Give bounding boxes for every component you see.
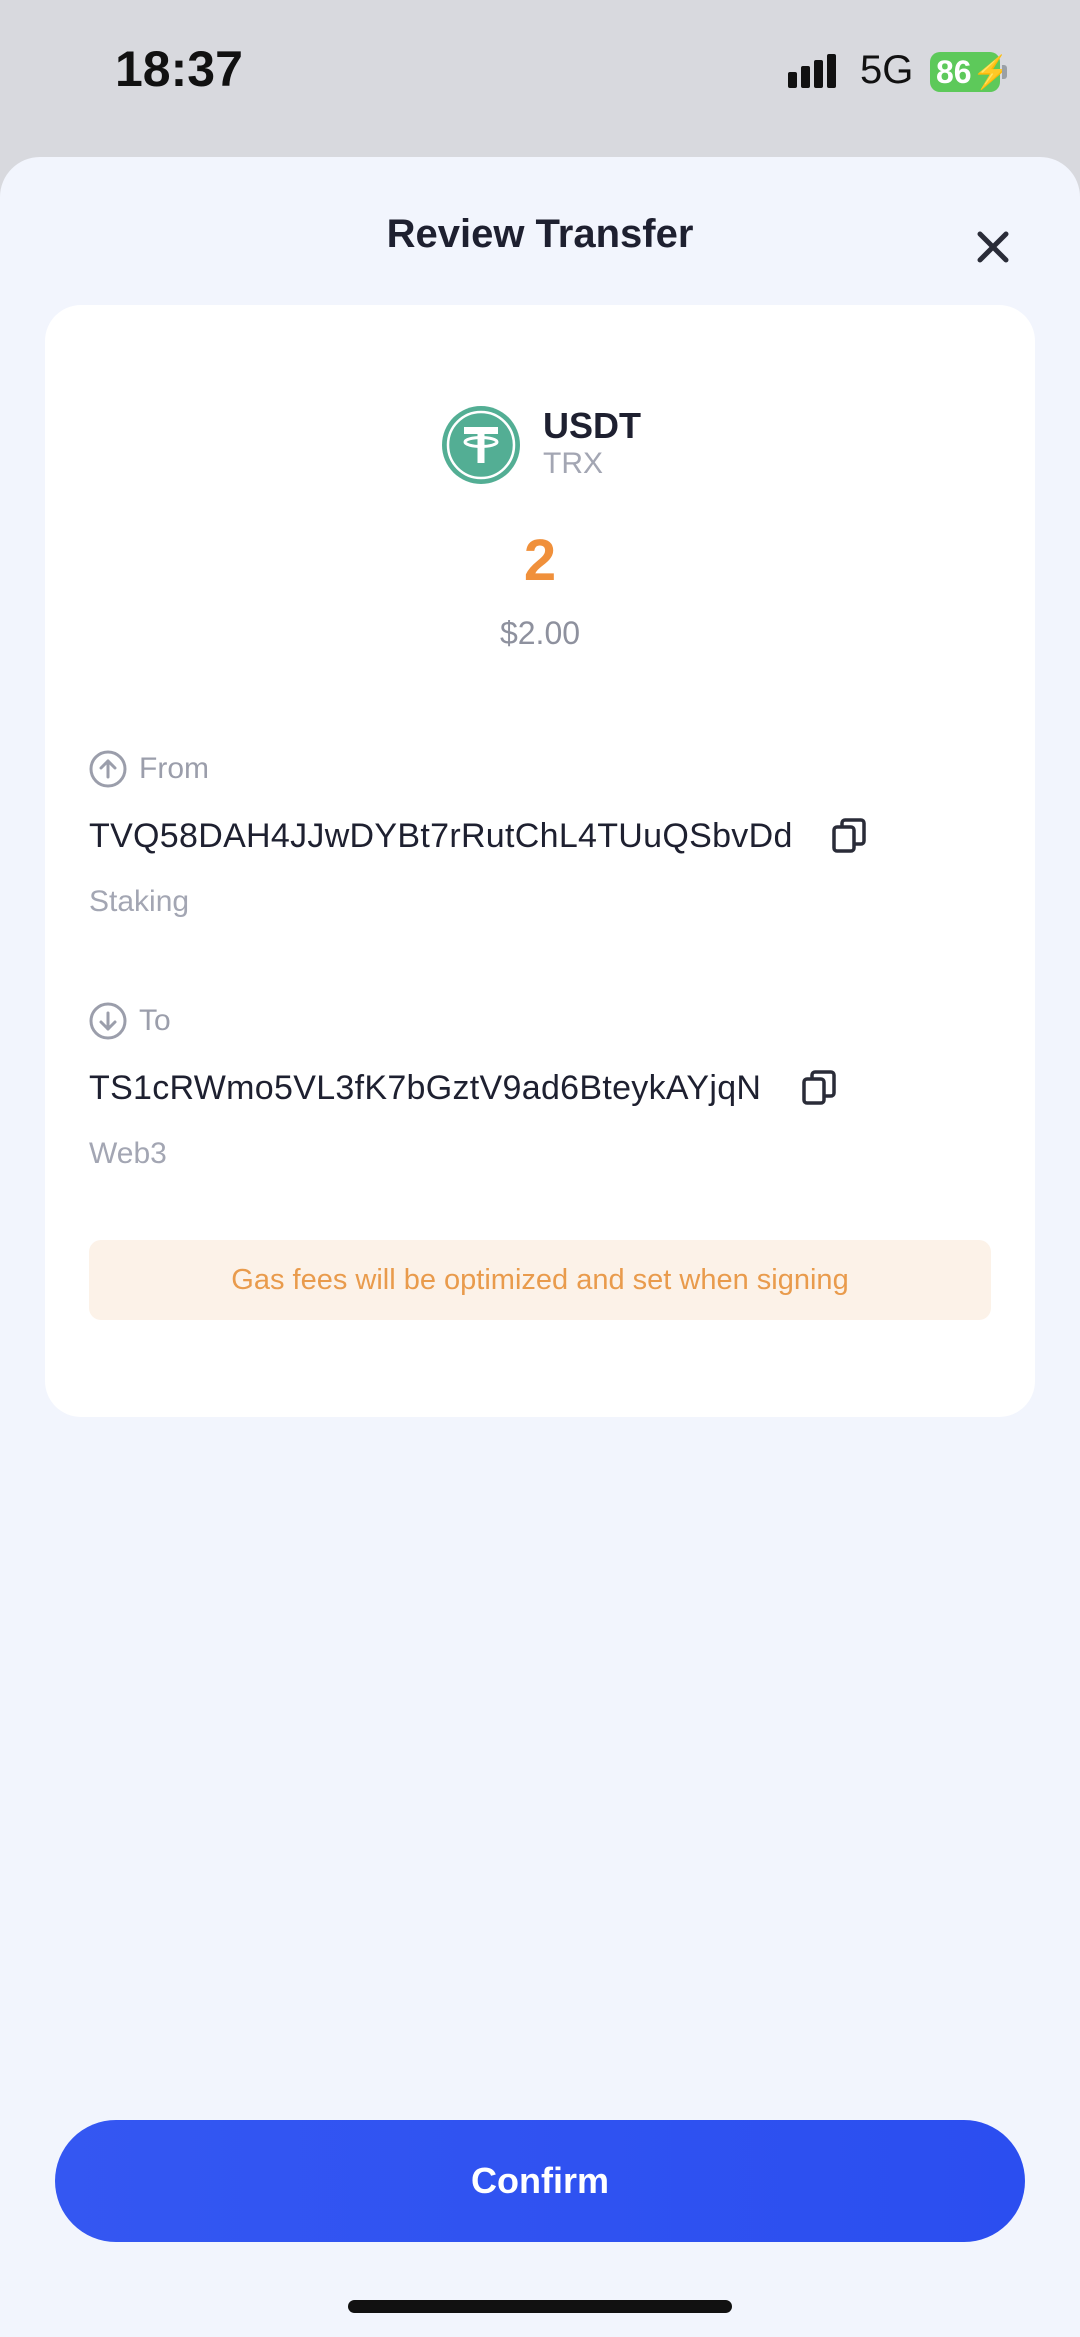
network-type: 5G bbox=[860, 48, 914, 92]
to-account-name: Web3 bbox=[89, 1137, 167, 1170]
gas-fee-notice: Gas fees will be optimized and set when … bbox=[89, 1240, 991, 1320]
battery-icon: 86⚡ bbox=[930, 52, 1011, 92]
arrow-down-circle-icon bbox=[89, 1002, 127, 1040]
transfer-fiat-value: $2.00 bbox=[499, 615, 581, 651]
review-transfer-sheet: Review Transfer USDT TRX 2 $2.00 From TV… bbox=[0, 157, 1080, 2337]
from-address: TVQ58DAH4JJwDYBt7rRutChL4TUuQSbvDd bbox=[89, 817, 793, 855]
token-name: USDT bbox=[543, 405, 641, 446]
battery-level: 86 bbox=[936, 54, 972, 90]
transfer-amount: 2 bbox=[523, 528, 557, 593]
cellular-signal-icon bbox=[788, 54, 836, 88]
confirm-button[interactable]: Confirm bbox=[55, 2120, 1025, 2242]
status-bar: 18:37 5G 86⚡ bbox=[0, 0, 1080, 150]
sheet-title: Review Transfer bbox=[386, 212, 694, 256]
home-indicator[interactable] bbox=[348, 2300, 732, 2313]
transfer-summary-card: USDT TRX 2 $2.00 From TVQ58DAH4JJwDYBt7r… bbox=[45, 305, 1035, 1417]
token-network: TRX bbox=[543, 447, 603, 480]
to-label: To bbox=[139, 1004, 171, 1037]
arrow-up-circle-icon bbox=[89, 750, 127, 788]
usdt-logo-icon bbox=[442, 406, 520, 484]
close-icon[interactable] bbox=[968, 222, 1018, 272]
copy-to-address-icon[interactable] bbox=[801, 1069, 837, 1107]
copy-from-address-icon[interactable] bbox=[831, 817, 867, 855]
to-address: TS1cRWmo5VL3fK7bGztV9ad6BteykAYjqN bbox=[89, 1069, 762, 1107]
status-time: 18:37 bbox=[115, 41, 243, 97]
from-label: From bbox=[139, 752, 209, 785]
from-account-name: Staking bbox=[89, 885, 190, 918]
